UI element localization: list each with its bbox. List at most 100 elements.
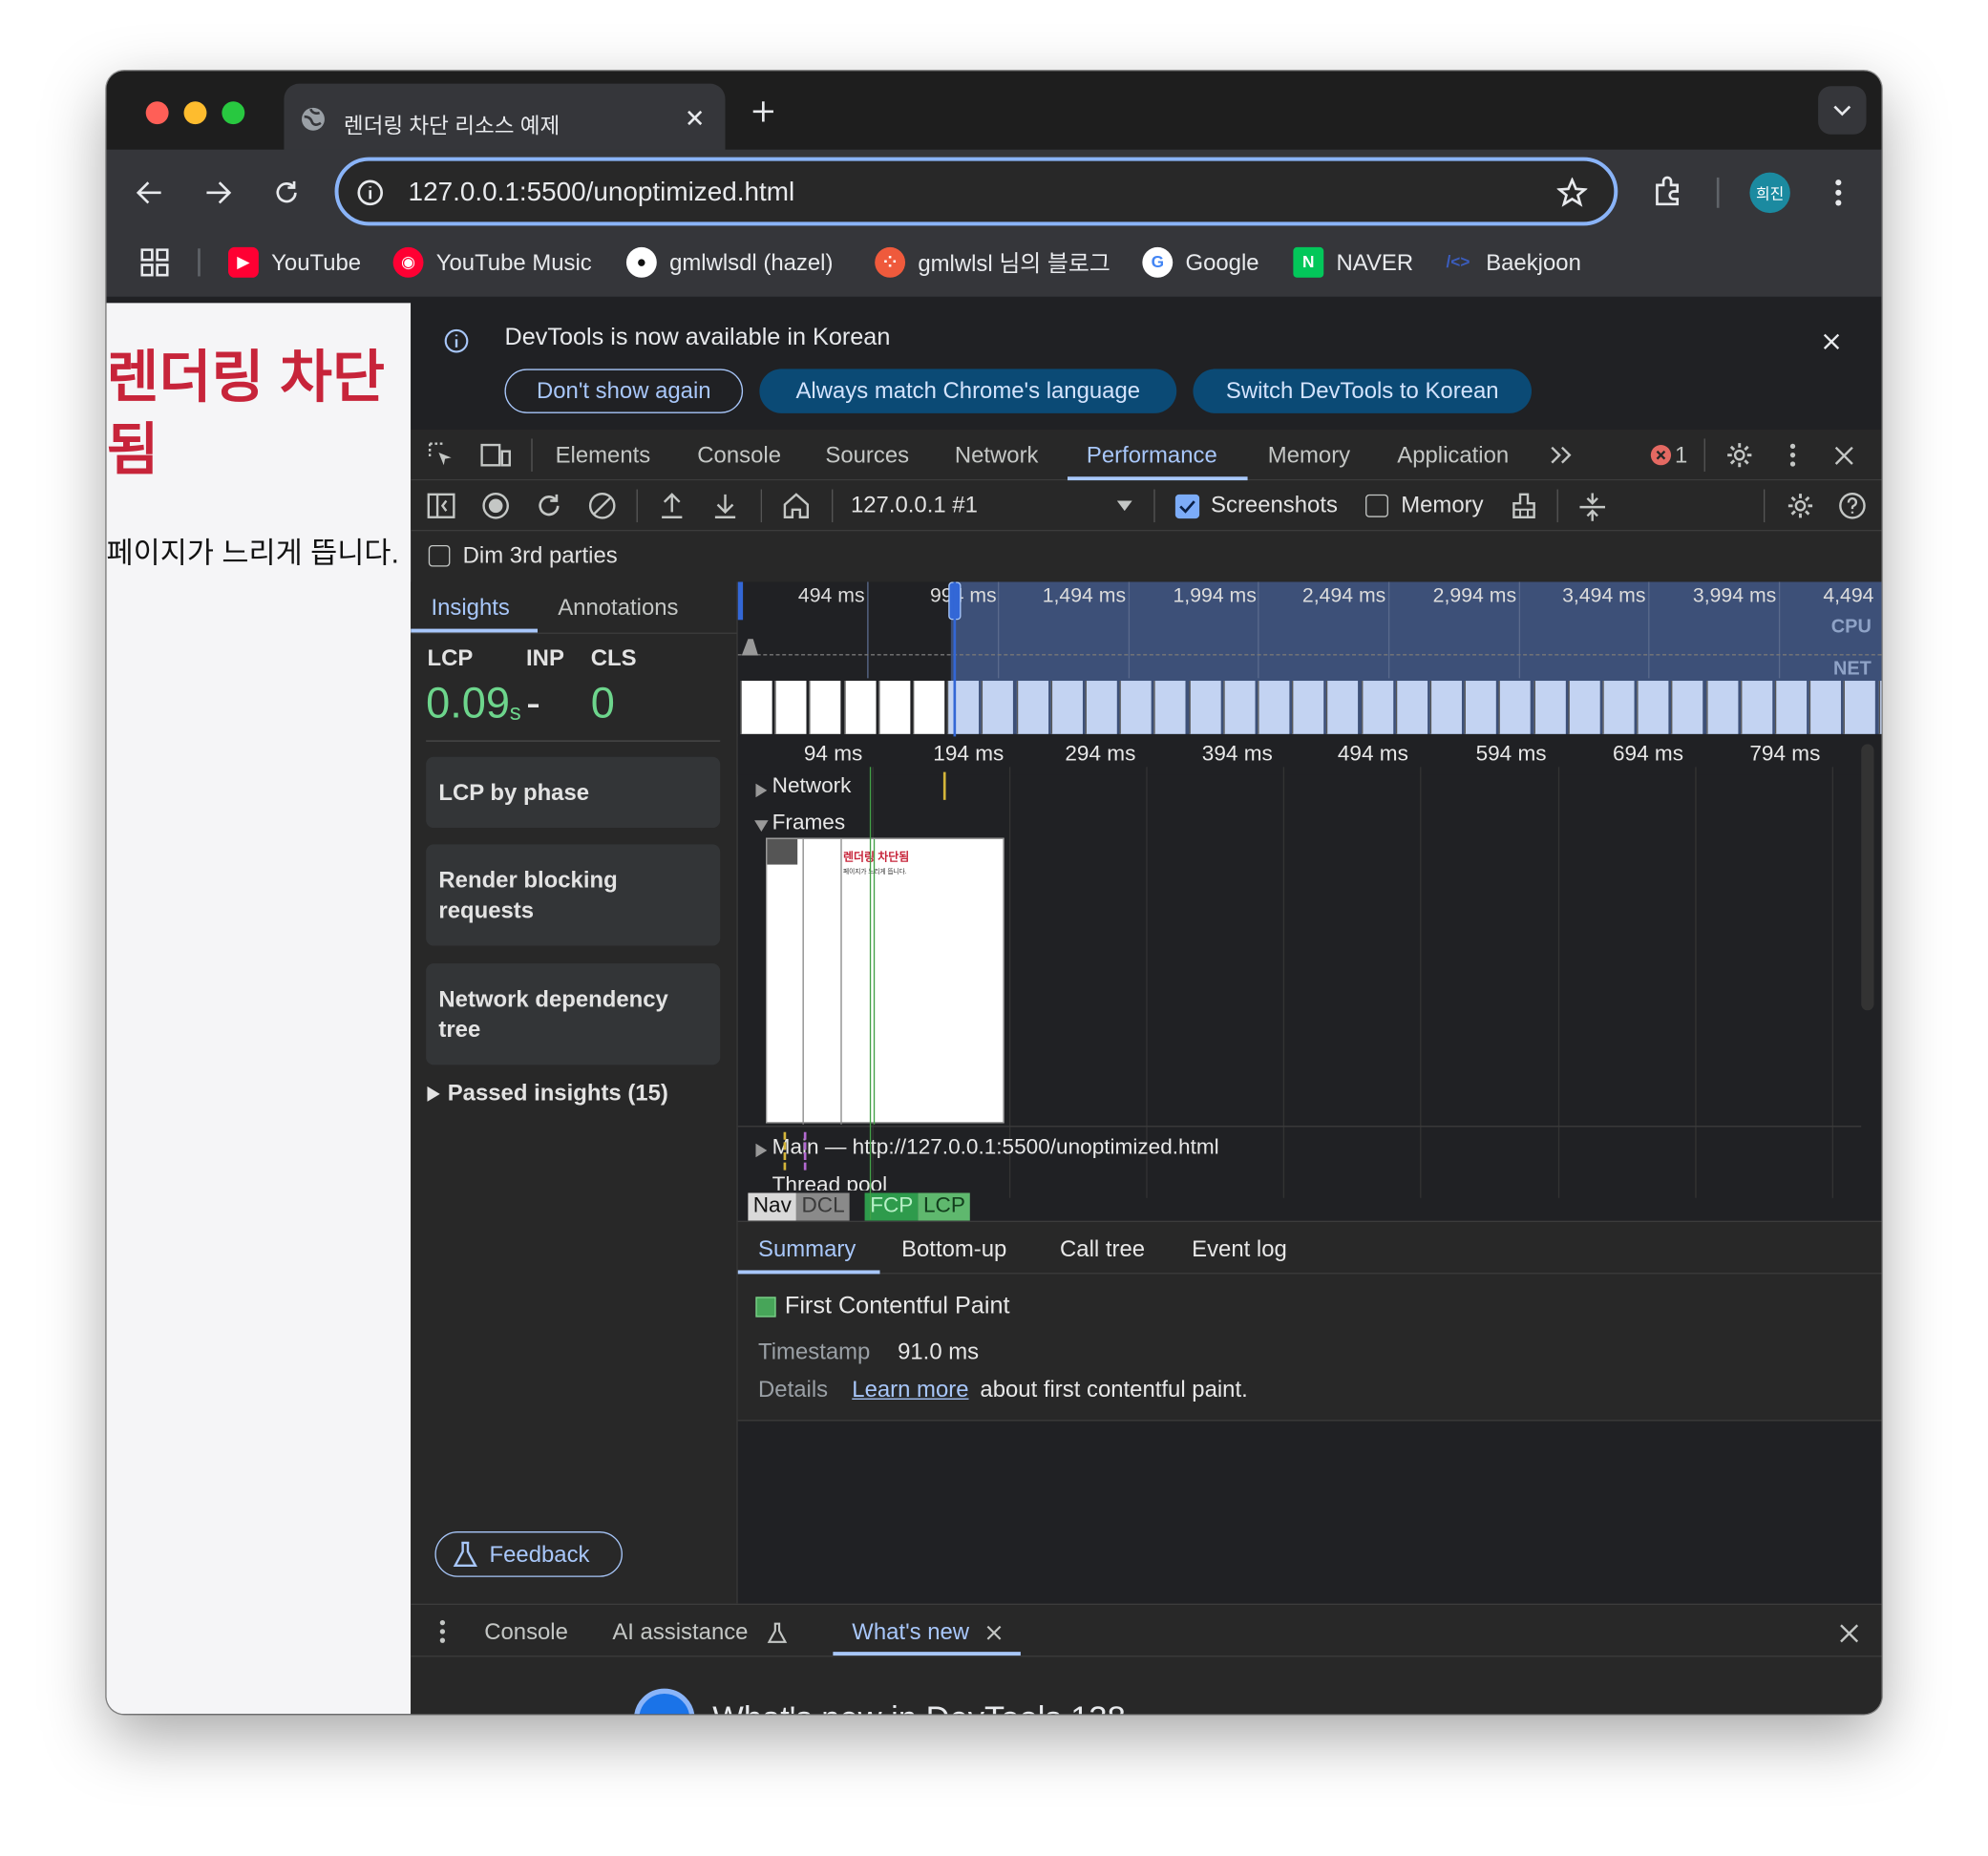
passed-insights[interactable]: Passed insights (15) [448, 1080, 668, 1107]
close-tab-icon[interactable] [983, 1623, 1004, 1643]
insights-sidebar: Insights Annotations LCP INP CLS 0.09 s … [411, 581, 738, 1604]
record-icon[interactable] [480, 492, 511, 519]
frame-screenshot[interactable]: 렌더링 차단됨 페이지가 느리게 뜹니다. [765, 837, 1005, 1125]
reload-profile-icon[interactable] [534, 492, 564, 519]
drawer-tab-console[interactable]: Console [484, 1619, 568, 1646]
bookmark-naver[interactable]: N NAVER [1293, 244, 1413, 280]
tab-network[interactable]: Network [955, 442, 1039, 469]
drawer-tab-ai-assistance[interactable]: AI assistance [612, 1619, 748, 1646]
bookmark-youtube-music[interactable]: ◉ YouTube Music [392, 244, 592, 280]
track-network[interactable]: Network [772, 773, 852, 799]
bookmark-star-icon[interactable] [1555, 177, 1589, 210]
devtools-close-icon[interactable] [1830, 442, 1856, 468]
upload-icon[interactable] [657, 492, 687, 519]
dcl-marker[interactable]: DCL [796, 1192, 850, 1221]
clear-icon[interactable] [587, 492, 618, 519]
track-frames[interactable]: Frames [772, 810, 846, 835]
settings-gear-icon[interactable] [1724, 440, 1755, 471]
insight-card-network-dependency[interactable]: Network dependency tree [426, 963, 721, 1065]
triangle-right-icon[interactable] [753, 1142, 769, 1157]
devtools-menu-icon[interactable] [1780, 440, 1806, 471]
bookmark-blog[interactable]: ⁘ gmlwlsl 님의 블로그 [875, 244, 1110, 280]
zoom-window-button[interactable] [222, 101, 245, 125]
sidebar-toggle-icon[interactable] [426, 492, 456, 519]
always-match-language-button[interactable]: Always match Chrome's language [759, 369, 1177, 413]
extensions-icon[interactable] [1651, 174, 1686, 209]
close-window-button[interactable] [145, 101, 169, 125]
tab-application[interactable]: Application [1397, 442, 1509, 469]
apps-grid-icon[interactable] [139, 247, 170, 278]
new-tab-icon[interactable] [748, 96, 778, 127]
profile-avatar[interactable]: 희진 [1749, 172, 1790, 214]
tab-sources[interactable]: Sources [825, 442, 909, 469]
error-icon[interactable] [1648, 442, 1674, 468]
home-icon[interactable] [781, 492, 812, 519]
page-heading: 렌더링 차단됨 [106, 345, 386, 482]
range-handle-left[interactable] [737, 581, 744, 621]
tab-summary[interactable]: Summary [758, 1236, 856, 1263]
frame-text: 페이지가 느리게 뜹니다. [842, 868, 907, 876]
tab-close-icon[interactable] [682, 105, 708, 131]
bookmark-github[interactable]: ● gmlwlsdl (hazel) [625, 244, 833, 280]
dont-show-again-button[interactable]: Don't show again [504, 369, 744, 413]
tab-console[interactable]: Console [697, 442, 781, 469]
tab-event-log[interactable]: Event log [1192, 1236, 1287, 1263]
tab-elements[interactable]: Elements [556, 442, 651, 469]
insight-card-render-blocking[interactable]: Render blocking requests [426, 844, 721, 946]
drawer-tab-whats-new[interactable]: What's new [852, 1619, 969, 1646]
filmstrip-thumbnail [1671, 681, 1703, 734]
filmstrip-thumbnail [1361, 681, 1393, 734]
memory-checkbox[interactable] [1365, 494, 1388, 517]
tab-insights[interactable]: Insights [431, 595, 509, 622]
back-icon[interactable] [135, 178, 165, 208]
dropdown-arrow-icon[interactable] [1115, 497, 1133, 516]
help-icon[interactable] [1837, 492, 1868, 519]
fcp-marker[interactable]: FCP [864, 1192, 919, 1221]
tab-bottom-up[interactable]: Bottom-up [901, 1236, 1006, 1263]
screenshots-checkbox[interactable] [1174, 494, 1200, 519]
error-count[interactable]: 1 [1675, 442, 1687, 469]
minimize-window-button[interactable] [183, 101, 207, 125]
drawer-menu-icon[interactable] [434, 1616, 452, 1647]
triangle-down-icon[interactable] [753, 817, 769, 833]
garbage-collect-icon[interactable] [1509, 492, 1539, 519]
dim-3rd-parties-checkbox[interactable] [428, 544, 451, 567]
tab-search-icon[interactable] [1818, 86, 1867, 135]
chrome-menu-icon[interactable] [1823, 175, 1853, 210]
lcp-marker[interactable]: LCP [918, 1192, 971, 1221]
track-divider [737, 1126, 1862, 1128]
bookmark-youtube[interactable]: ▶ YouTube [228, 244, 361, 280]
capture-settings-icon[interactable] [1786, 492, 1816, 519]
collapse-tracks-icon[interactable] [1577, 492, 1608, 522]
download-icon[interactable] [710, 492, 741, 519]
tab-call-tree[interactable]: Call tree [1060, 1236, 1145, 1263]
insight-card-lcp-by-phase[interactable]: LCP by phase [426, 756, 721, 829]
toolbar-divider [1153, 489, 1155, 523]
triangle-right-icon[interactable] [753, 782, 769, 797]
drawer-close-icon[interactable] [1836, 1620, 1862, 1646]
tab-annotations[interactable]: Annotations [558, 595, 678, 622]
recording-select[interactable]: 127.0.0.1 #1 [851, 492, 978, 518]
bookmark-google[interactable]: G Google [1142, 244, 1259, 280]
tab-performance[interactable]: Performance [1087, 442, 1217, 469]
browser-tab[interactable]: 렌더링 차단 리소스 예제 [284, 83, 726, 153]
timeline-scrollbar[interactable] [1861, 744, 1874, 1011]
learn-more-link[interactable]: Learn more [852, 1377, 968, 1403]
more-tabs-icon[interactable] [1548, 441, 1576, 469]
address-bar[interactable]: 127.0.0.1:5500/unoptimized.html [334, 157, 1618, 226]
devtools-panel: DevTools is now available in Korean Don'… [411, 303, 1882, 1715]
reload-icon[interactable] [271, 178, 302, 208]
tab-memory[interactable]: Memory [1268, 442, 1350, 469]
tabs-divider [1703, 438, 1705, 472]
sidebar-divider [411, 632, 738, 634]
switch-to-korean-button[interactable]: Switch DevTools to Korean [1193, 369, 1532, 413]
track-main[interactable]: Main — http://127.0.0.1:5500/unoptimized… [772, 1134, 1219, 1160]
inspect-element-icon[interactable] [426, 440, 456, 471]
nav-marker[interactable]: Nav [748, 1192, 797, 1221]
network-request-bar[interactable] [942, 771, 946, 800]
site-info-icon[interactable] [355, 178, 386, 208]
bookmark-baekjoon[interactable]: /<> Baekjoon [1443, 244, 1580, 280]
forward-icon[interactable] [202, 178, 233, 208]
infobar-close-icon[interactable] [1818, 328, 1844, 354]
device-toolbar-icon[interactable] [479, 440, 513, 471]
